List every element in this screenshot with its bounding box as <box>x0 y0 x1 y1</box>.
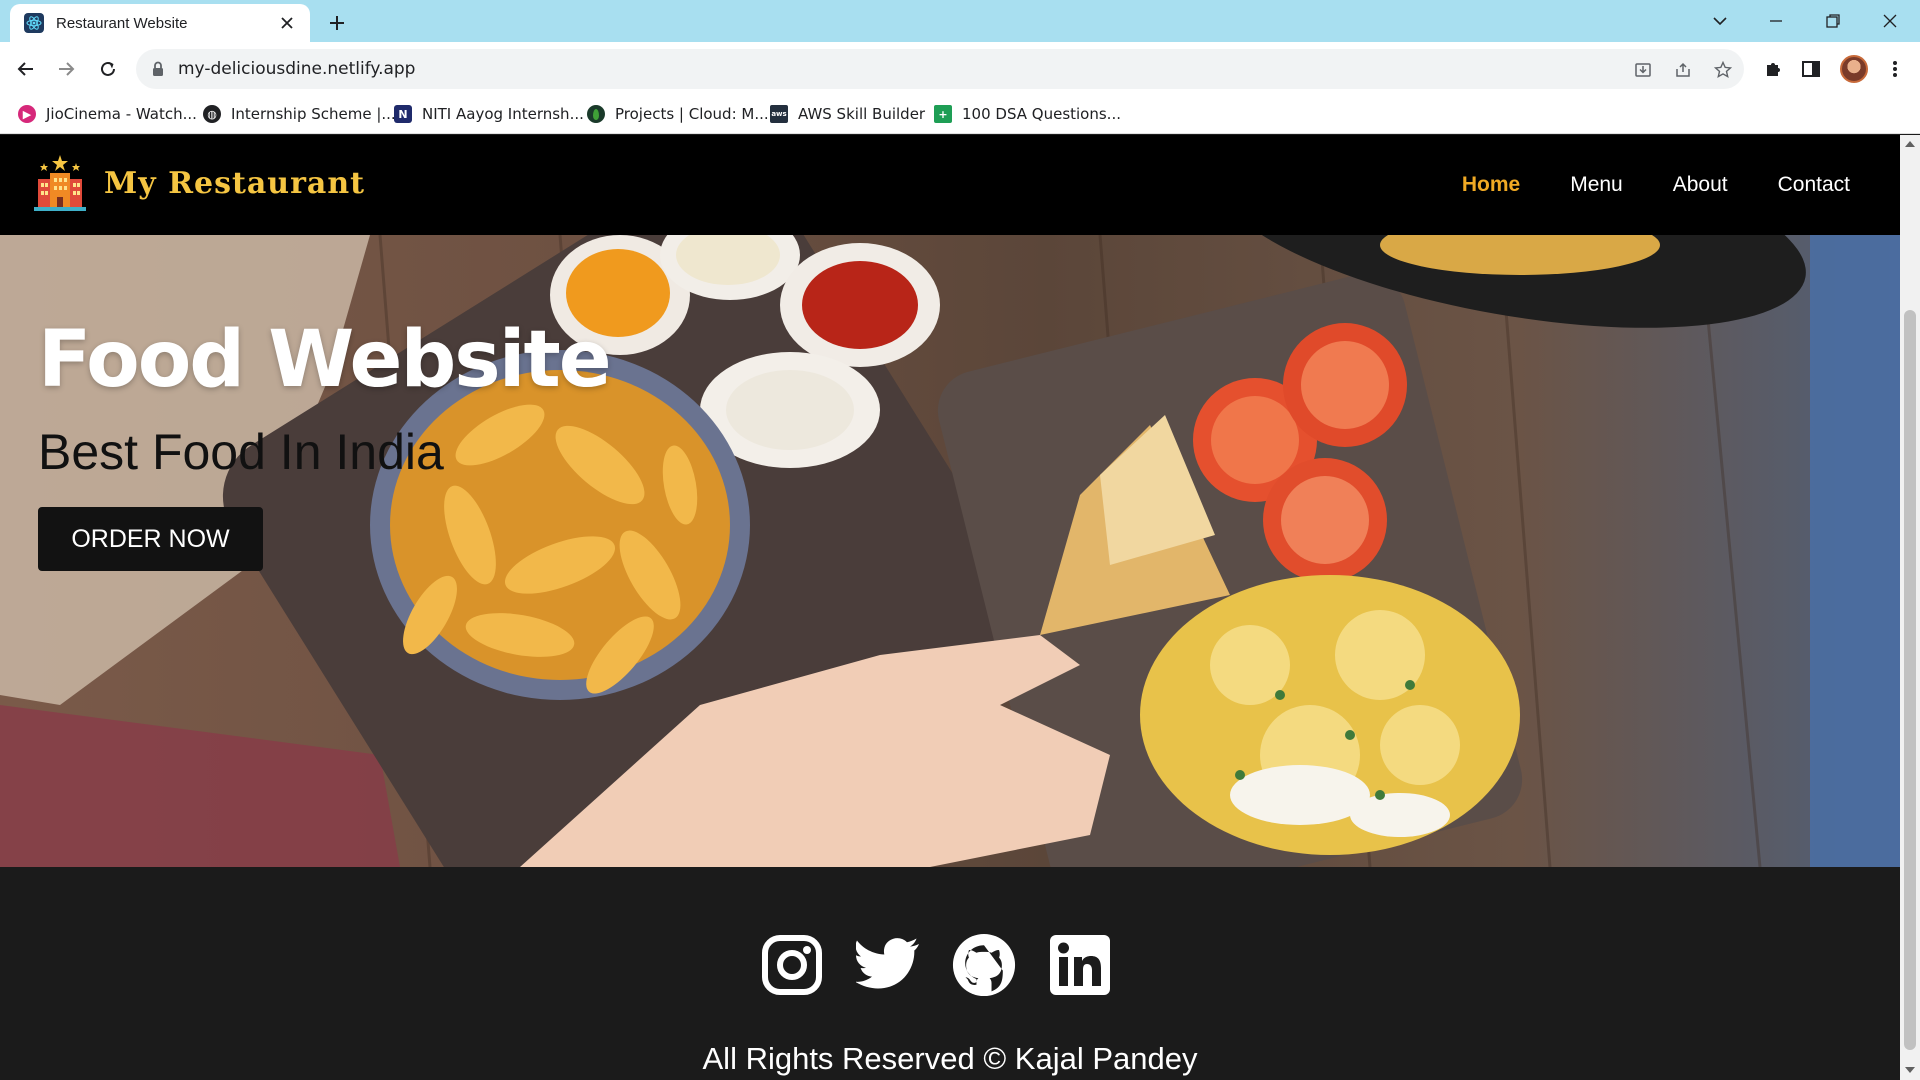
more-menu-icon[interactable] <box>1880 54 1910 84</box>
nav-link-contact[interactable]: Contact <box>1778 173 1850 197</box>
close-window-icon[interactable] <box>1870 6 1910 36</box>
hero-section: Food Website Best Food In India ORDER NO… <box>0 235 1900 867</box>
profile-avatar[interactable] <box>1840 55 1868 83</box>
hero-title: Food Website <box>38 315 612 405</box>
bookmark-aws-skill-builder[interactable]: aws AWS Skill Builder <box>770 105 925 123</box>
bookmark-label: Projects | Cloud: M... <box>615 105 769 123</box>
page-scrollbar[interactable] <box>1900 135 1920 1080</box>
aws-icon: aws <box>770 105 788 123</box>
reload-icon[interactable] <box>92 53 124 85</box>
bookmark-label: Internship Scheme |... <box>231 105 396 123</box>
hero-text: Food Website Best Food In India ORDER NO… <box>38 315 612 571</box>
social-links <box>760 933 1112 997</box>
nav-link-home[interactable]: Home <box>1462 173 1520 197</box>
back-arrow-icon[interactable] <box>10 53 42 85</box>
tab-search-chevron-icon[interactable] <box>1700 6 1740 36</box>
site-logo[interactable]: My Restaurant <box>30 153 365 213</box>
browser-tab[interactable]: Restaurant Website <box>10 4 310 42</box>
notion-icon: N <box>394 105 412 123</box>
bookmark-internship-scheme[interactable]: ◍ Internship Scheme |... <box>203 105 396 123</box>
bookmark-label: JioCinema - Watch... <box>46 105 197 123</box>
site-footer: All Rights Reserved © Kajal Pandey <box>0 867 1900 1080</box>
twitter-icon[interactable] <box>856 933 920 997</box>
bookmark-niti-aayog[interactable]: N NITI Aayog Internsh... <box>394 105 584 123</box>
page-viewport: My Restaurant Home Menu About Contact Fo… <box>0 135 1900 1080</box>
scroll-thumb[interactable] <box>1904 310 1916 1050</box>
bookmark-star-icon[interactable] <box>1710 57 1736 83</box>
restore-icon[interactable] <box>1813 6 1853 36</box>
url-text: my-deliciousdine.netlify.app <box>178 59 416 79</box>
install-app-icon[interactable] <box>1630 57 1656 83</box>
instagram-icon[interactable] <box>760 933 824 997</box>
bookmark-projects-cloud[interactable]: Projects | Cloud: M... <box>587 105 769 123</box>
order-now-button[interactable]: ORDER NOW <box>38 507 263 571</box>
nav-link-about[interactable]: About <box>1673 173 1728 197</box>
jiocinema-icon: ▶ <box>18 105 36 123</box>
bookmark-label: AWS Skill Builder <box>798 105 926 123</box>
copyright-text: All Rights Reserved © Kajal Pandey <box>702 1041 1198 1076</box>
side-panel-icon[interactable] <box>1796 54 1826 84</box>
react-favicon-icon <box>24 13 44 33</box>
scroll-down-arrow-icon[interactable] <box>1905 1067 1915 1073</box>
brand-name: My Restaurant <box>104 165 366 201</box>
sheets-icon: + <box>934 105 952 123</box>
mongodb-icon <box>587 105 605 123</box>
bookmark-label: 100 DSA Questions... <box>962 105 1121 123</box>
bookmarks-bar: ▶ JioCinema - Watch... ◍ Internship Sche… <box>0 96 1920 134</box>
minimize-icon[interactable] <box>1756 6 1796 36</box>
globe-icon: ◍ <box>203 105 221 123</box>
extensions-puzzle-icon[interactable] <box>1758 54 1788 84</box>
forward-arrow-icon[interactable] <box>50 53 82 85</box>
browser-tab-strip: Restaurant Website <box>0 0 1920 42</box>
nav-links: Home Menu About Contact <box>1462 173 1850 197</box>
scroll-up-arrow-icon[interactable] <box>1905 141 1915 147</box>
address-bar[interactable]: my-deliciousdine.netlify.app <box>136 49 1744 89</box>
share-icon[interactable] <box>1670 57 1696 83</box>
bookmark-label: NITI Aayog Internsh... <box>422 105 584 123</box>
tab-title: Restaurant Website <box>56 14 188 32</box>
hero-subtitle: Best Food In India <box>38 424 444 480</box>
site-navbar: My Restaurant Home Menu About Contact <box>0 135 1900 235</box>
browser-toolbar: my-deliciousdine.netlify.app <box>0 42 1920 96</box>
nav-link-menu[interactable]: Menu <box>1570 173 1623 197</box>
lock-icon <box>152 61 164 82</box>
bookmark-dsa-questions[interactable]: + 100 DSA Questions... <box>934 105 1121 123</box>
tab-close-icon[interactable] <box>276 12 298 34</box>
github-icon[interactable] <box>952 933 1016 997</box>
new-tab-icon[interactable] <box>322 8 352 38</box>
bookmark-jiocinema[interactable]: ▶ JioCinema - Watch... <box>18 105 197 123</box>
linkedin-icon[interactable] <box>1048 933 1112 997</box>
restaurant-building-icon <box>34 155 86 211</box>
